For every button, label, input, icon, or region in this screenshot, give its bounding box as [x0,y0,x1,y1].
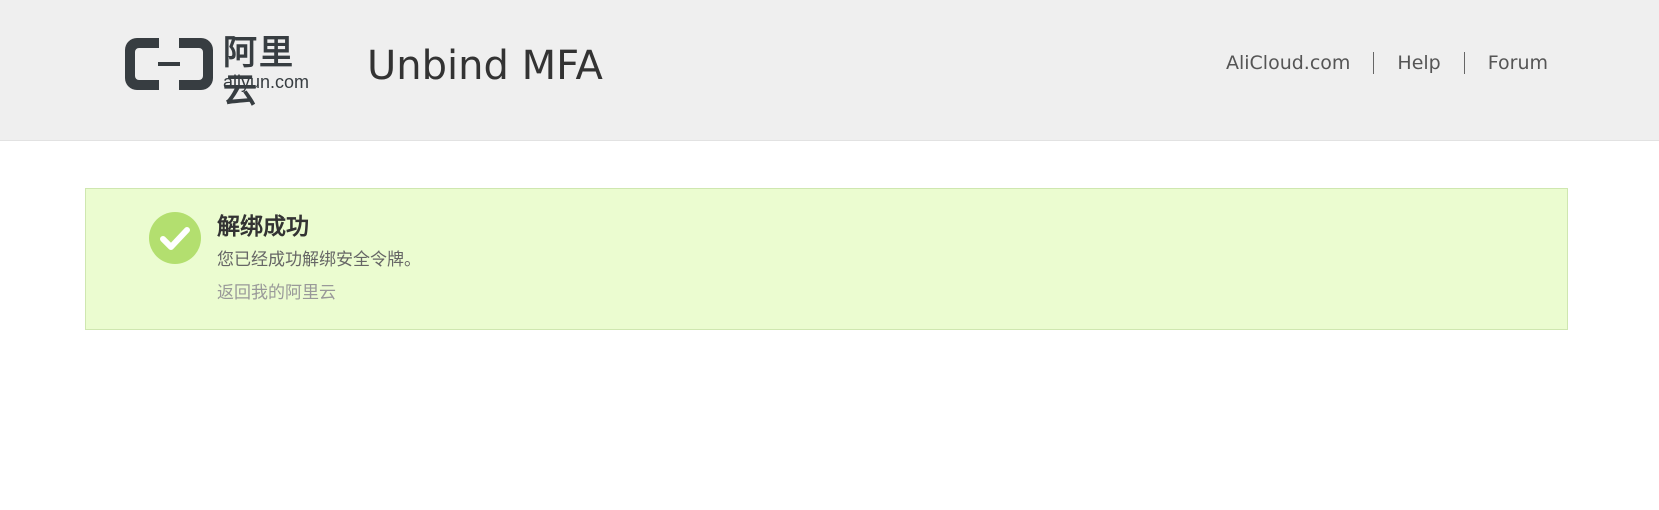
alert-title: 解绑成功 [217,214,309,240]
nav-link-alicloud[interactable]: AliCloud.com [1226,52,1350,74]
return-link[interactable]: 返回我的阿里云 [217,282,336,304]
aliyun-logo[interactable]: 阿里云 aliyun.com [123,34,318,110]
page-title: Unbind MFA [367,43,603,89]
nav-divider [1463,52,1465,74]
aliyun-logo-icon [125,38,213,90]
nav-divider [1373,52,1375,74]
check-circle-icon [149,212,201,264]
top-nav: AliCloud.com Help Forum [1226,52,1548,74]
nav-link-forum[interactable]: Forum [1488,52,1548,74]
success-alert: 解绑成功 您已经成功解绑安全令牌。 返回我的阿里云 [85,188,1568,330]
nav-link-help[interactable]: Help [1397,52,1440,74]
alert-message: 您已经成功解绑安全令牌。 [217,250,421,270]
header: 阿里云 aliyun.com Unbind MFA AliCloud.com H… [0,0,1659,141]
logo-text-en: aliyun.com [223,72,310,92]
